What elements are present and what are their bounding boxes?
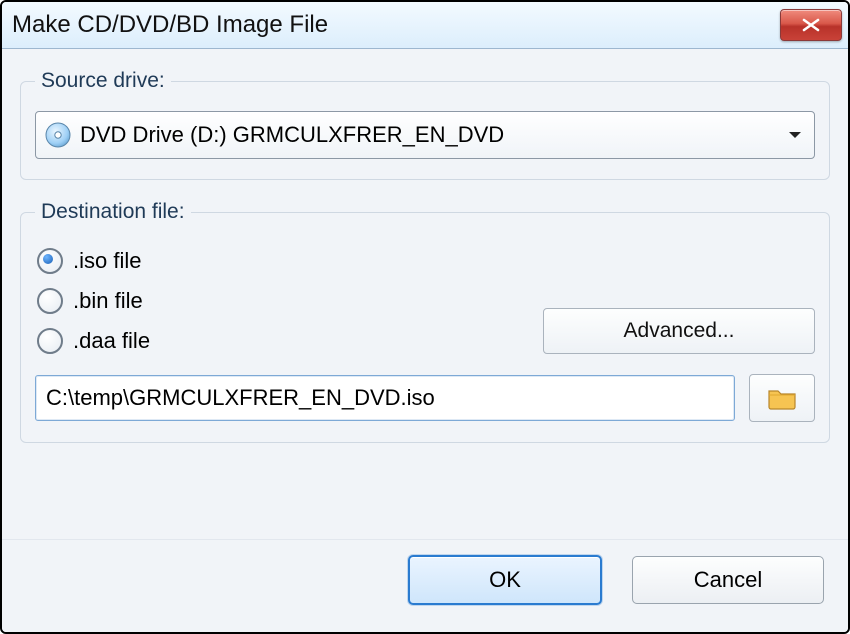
- source-drive-selected: DVD Drive (D:) GRMCULXFRER_EN_DVD: [80, 122, 786, 148]
- browse-button[interactable]: [749, 374, 815, 422]
- advanced-button-label: Advanced...: [624, 319, 735, 343]
- destination-file-legend: Destination file:: [35, 200, 191, 224]
- destination-options-row: .iso file .bin file .daa file Advanced..…: [35, 242, 815, 360]
- dialog-button-row: OK Cancel: [2, 539, 848, 632]
- cancel-button-label: Cancel: [694, 567, 762, 593]
- chevron-down-icon: [786, 126, 804, 144]
- title-bar: Make CD/DVD/BD Image File: [2, 2, 848, 49]
- window-title: Make CD/DVD/BD Image File: [12, 11, 328, 39]
- folder-icon: [767, 386, 797, 410]
- ok-button[interactable]: OK: [408, 555, 602, 605]
- radio-daa[interactable]: .daa file: [37, 328, 543, 354]
- cancel-button[interactable]: Cancel: [632, 556, 824, 604]
- file-type-radio-group: .iso file .bin file .daa file: [35, 242, 543, 360]
- dialog-window: Make CD/DVD/BD Image File Source drive:: [0, 0, 850, 634]
- radio-indicator: [37, 248, 63, 274]
- destination-file-group: Destination file: .iso file .bin file .d…: [20, 200, 830, 443]
- ok-button-label: OK: [489, 567, 521, 593]
- radio-iso[interactable]: .iso file: [37, 248, 543, 274]
- advanced-button[interactable]: Advanced...: [543, 308, 815, 354]
- radio-label: .iso file: [73, 248, 141, 274]
- radio-bin[interactable]: .bin file: [37, 288, 543, 314]
- destination-path-input[interactable]: [35, 375, 735, 421]
- source-drive-group: Source drive:: [20, 69, 830, 180]
- source-drive-legend: Source drive:: [35, 69, 171, 93]
- close-button[interactable]: [780, 9, 842, 41]
- radio-indicator: [37, 328, 63, 354]
- dialog-body: Source drive:: [2, 49, 848, 539]
- source-drive-dropdown[interactable]: DVD Drive (D:) GRMCULXFRER_EN_DVD: [35, 111, 815, 159]
- close-icon: [802, 18, 820, 32]
- disc-icon: [44, 121, 72, 149]
- radio-indicator: [37, 288, 63, 314]
- radio-label: .daa file: [73, 328, 150, 354]
- radio-label: .bin file: [73, 288, 143, 314]
- destination-path-row: [35, 374, 815, 422]
